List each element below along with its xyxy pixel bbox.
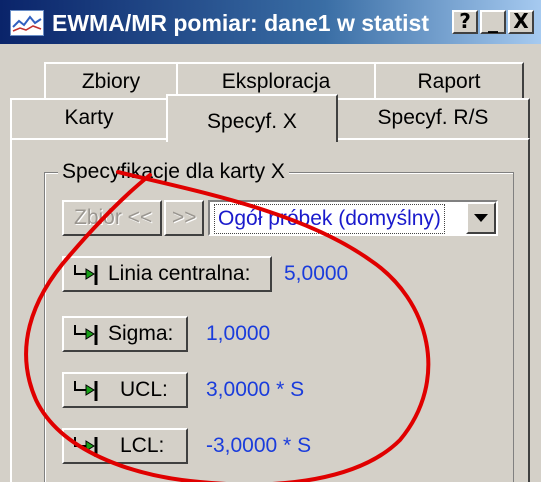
sigma-button[interactable]: Sigma: [62,316,188,352]
minimize-button[interactable]: _ [480,10,506,34]
tab-raport[interactable]: Raport [374,62,524,100]
lcl-button[interactable]: LCL: [62,428,188,464]
ucl-value: 3,0000 * S [206,378,305,401]
center-line-value: 5,0000 [284,262,349,285]
next-set-button[interactable]: >> [164,200,204,236]
arrow-into-bracket-icon [74,437,98,457]
combo-dropdown-button[interactable] [466,202,496,234]
sigma-value: 1,0000 [206,322,271,345]
group-title: Specyfikacje dla karty X [58,160,289,184]
center-line-button[interactable]: Linia centralna: [62,256,272,292]
ucl-label: UCL: [120,378,168,401]
help-button[interactable]: ? [452,10,478,34]
lcl-label: LCL: [120,434,165,457]
ucl-button[interactable]: UCL: [62,372,188,408]
combo-value: Ogół próbek (domyślny) [214,204,445,234]
center-line-label: Linia centralna: [108,262,251,285]
arrow-into-bracket-icon [74,265,98,285]
next-set-label: >> [172,206,197,229]
tab-specyf-rs[interactable]: Specyf. R/S [336,98,530,140]
tab-karty[interactable]: Karty [10,98,168,140]
title-bar[interactable]: EWMA/MR pomiar: dane1 w statist ? _ X [0,0,541,44]
arrow-into-bracket-icon [74,381,98,401]
previous-set-button[interactable]: Zbiór << [62,200,162,236]
sigma-label: Sigma: [108,322,174,345]
sample-set-combo[interactable]: Ogół próbek (domyślny) [208,200,498,236]
arrow-into-bracket-icon [74,325,98,345]
lcl-value: -3,0000 * S [206,434,312,457]
chart-icon [10,10,44,36]
tab-zbiory[interactable]: Zbiory [44,62,178,100]
close-button[interactable]: X [508,10,534,34]
previous-set-label: Zbiór << [74,206,153,229]
dialog-window: EWMA/MR pomiar: dane1 w statist ? _ X Zb… [0,0,541,482]
window-title: EWMA/MR pomiar: dane1 w statist [52,10,429,36]
triangle-down-icon [474,214,488,222]
tab-specyf-x[interactable]: Specyf. X [166,94,338,142]
